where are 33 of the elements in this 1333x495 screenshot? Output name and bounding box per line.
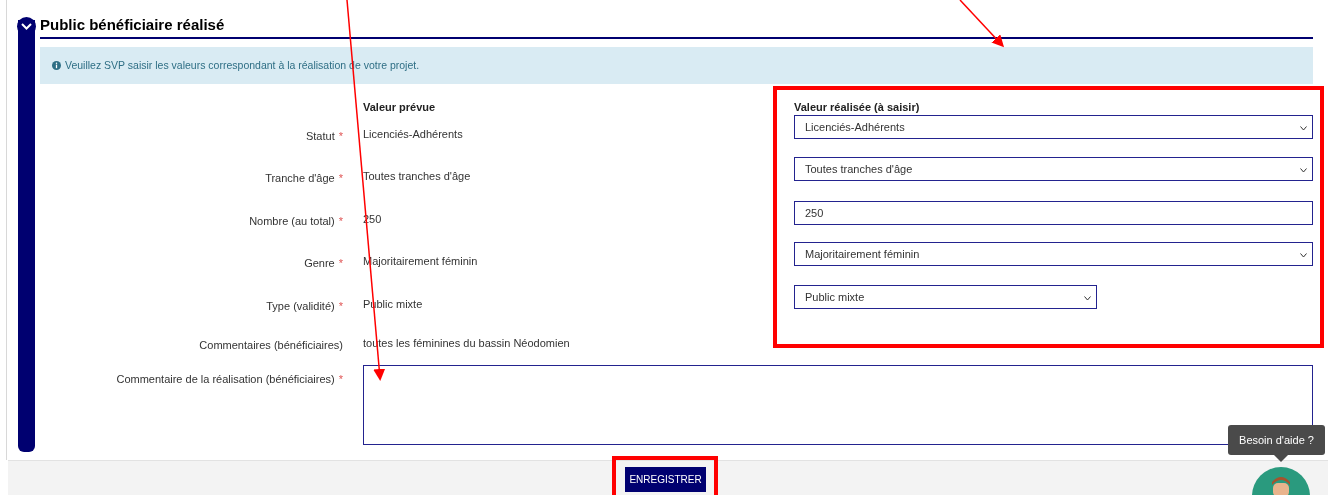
required-mark: *	[338, 130, 343, 142]
required-mark: *	[338, 215, 343, 227]
field-label: Commentaire de la réalisation (bénéficiaires)	[116, 373, 335, 385]
comment-textarea[interactable]	[363, 365, 1313, 445]
field-label: Genre	[304, 257, 335, 269]
column-header: Valeur réalisée (à saisir)	[794, 101, 920, 113]
caret-icon	[1084, 296, 1091, 301]
save-button[interactable]: ENREGISTRER	[625, 467, 706, 492]
required-mark: *	[338, 257, 343, 269]
required-mark: *	[338, 300, 343, 312]
info-icon	[52, 61, 61, 70]
select-field[interactable]: Toutes tranches d'âge	[794, 157, 1313, 181]
select-field[interactable]: Public mixte	[794, 285, 1097, 309]
caret-icon	[1300, 168, 1307, 173]
planned-value: Toutes tranches d'âge	[363, 170, 471, 182]
select-field[interactable]: Majoritairement féminin	[794, 242, 1313, 266]
help-tooltip: Besoin d'aide ?	[1228, 425, 1325, 455]
field-label: Type (validité)	[266, 300, 335, 312]
caret-icon	[1300, 126, 1307, 131]
planned-value: Licenciés-Adhérents	[363, 128, 463, 140]
field-label: Statut	[305, 130, 335, 142]
column-header: Valeur prévue	[363, 101, 436, 113]
caret-icon	[1300, 253, 1307, 258]
help-avatar-icon[interactable]	[1252, 455, 1310, 495]
select-field[interactable]: Licenciés-Adhérents	[794, 115, 1313, 139]
field-label: Commentaires (bénéficiaires)	[199, 339, 343, 351]
chevron-down-icon	[21, 23, 32, 30]
section-title: Public bénéficiaire réalisé	[40, 15, 226, 35]
required-mark: *	[338, 373, 343, 385]
input-field[interactable]: 250	[794, 201, 1313, 225]
field-label: Tranche d'âge	[265, 172, 335, 184]
required-mark: *	[338, 172, 343, 184]
field-label: Nombre (au total)	[249, 215, 335, 227]
